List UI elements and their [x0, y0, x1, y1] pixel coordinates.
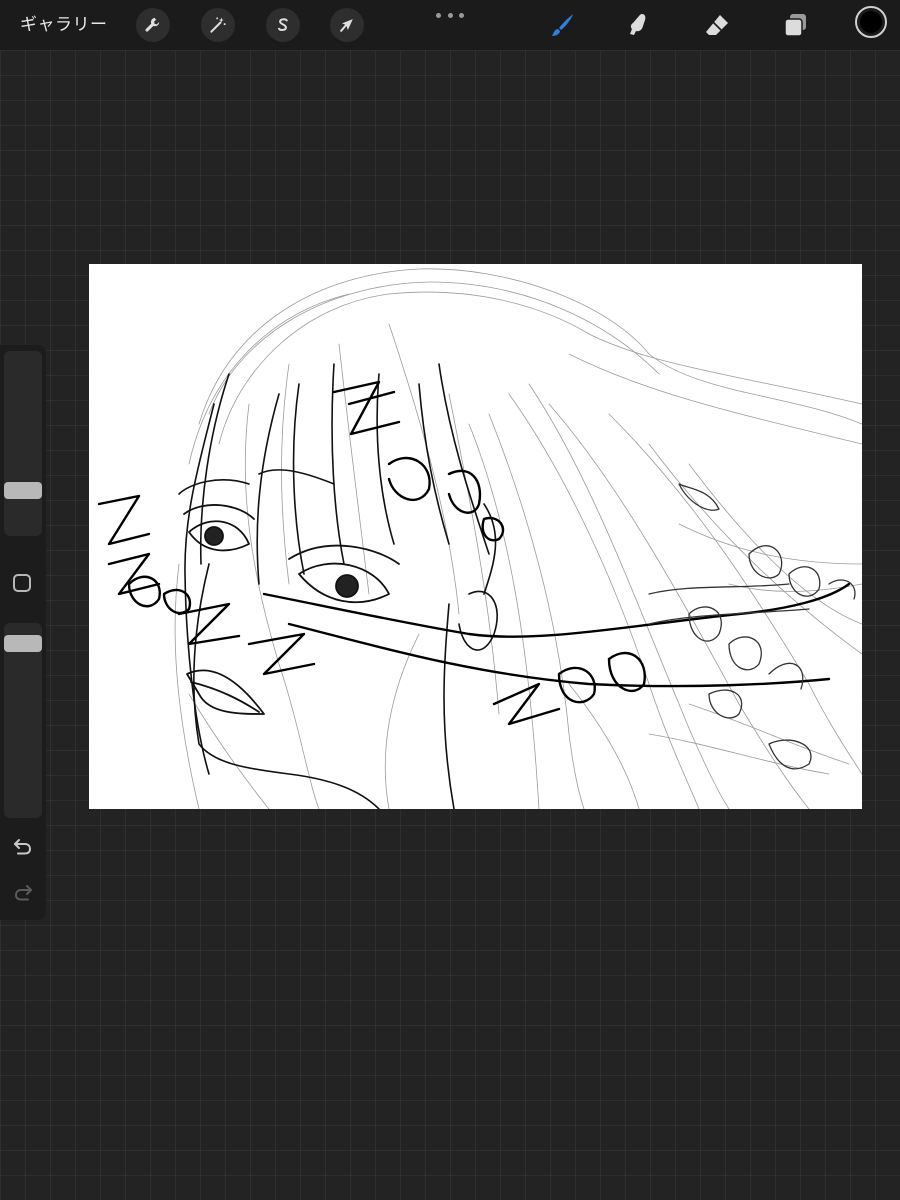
- actions-button[interactable]: [136, 8, 170, 42]
- smudge-tool-button[interactable]: [622, 8, 656, 42]
- square-modify-icon[interactable]: [13, 574, 31, 592]
- undo-button[interactable]: [8, 835, 38, 859]
- magic-wand-icon: [210, 17, 226, 33]
- brush-icon: [552, 14, 573, 36]
- color-picker-button[interactable]: [855, 6, 887, 38]
- sketch-artwork: [97, 268, 862, 809]
- brush-size-slider[interactable]: [4, 351, 42, 536]
- wrench-icon: [145, 17, 160, 32]
- adjustments-button[interactable]: [201, 8, 235, 42]
- side-toolbar: [0, 345, 46, 920]
- layers-button[interactable]: [778, 8, 812, 42]
- top-toolbar: ギャラリー: [0, 0, 900, 50]
- drawing-canvas[interactable]: [89, 264, 862, 809]
- smudge-finger-icon: [630, 14, 646, 35]
- redo-button[interactable]: [8, 881, 38, 905]
- selection-s-icon: [278, 18, 288, 31]
- eraser-icon: [706, 15, 728, 35]
- brush-opacity-slider[interactable]: [4, 623, 42, 818]
- transform-button[interactable]: [330, 8, 364, 42]
- brush-size-slider-thumb[interactable]: [4, 482, 42, 500]
- current-color-swatch: [860, 11, 882, 33]
- gallery-button[interactable]: ギャラリー: [20, 12, 108, 38]
- selection-button[interactable]: [266, 8, 300, 42]
- redo-arrow-icon: [14, 885, 32, 901]
- brush-tool-button[interactable]: [545, 8, 579, 42]
- more-dots-icon[interactable]: [436, 8, 464, 22]
- undo-arrow-icon: [14, 839, 32, 855]
- layers-icon: [784, 14, 806, 37]
- eraser-tool-button[interactable]: [700, 8, 734, 42]
- brush-opacity-slider-thumb[interactable]: [4, 635, 42, 653]
- arrow-cursor-icon: [340, 19, 353, 32]
